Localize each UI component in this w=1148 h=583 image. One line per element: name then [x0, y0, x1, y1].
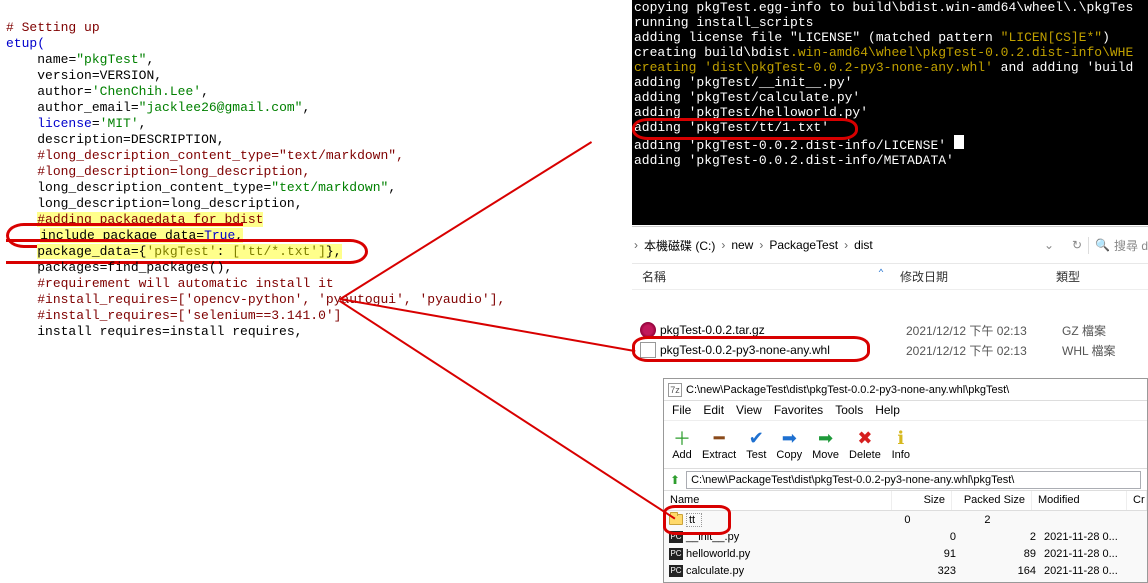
- tool-test[interactable]: ✔Test: [746, 428, 766, 461]
- col-7z-size[interactable]: Size: [892, 491, 952, 510]
- setup-open: etup(: [6, 36, 45, 51]
- dropdown-icon[interactable]: ⌄: [1038, 234, 1060, 256]
- annotation-tt-folder-highlight: [663, 505, 731, 535]
- tool-info[interactable]: ℹInfo: [891, 428, 911, 461]
- 7zip-list-header: Name Size Packed Size Modified Cr: [664, 491, 1147, 511]
- 7zip-window: 7z C:\new\PackageTest\dist\pkgTest-0.0.2…: [663, 378, 1148, 583]
- tool-extract[interactable]: ━Extract: [702, 428, 736, 461]
- code-editor: # Setting up etup( name="pkgTest", versi…: [0, 0, 630, 583]
- refresh-icon[interactable]: ↻: [1066, 234, 1088, 256]
- tool-add[interactable]: ＋Add: [672, 428, 692, 461]
- x-icon: ✖: [855, 428, 875, 448]
- plus-icon: ＋: [672, 428, 692, 448]
- 7zip-pathbar: ⬆: [664, 469, 1147, 491]
- 7z-icon: 7z: [668, 383, 682, 397]
- up-icon[interactable]: ⬆: [670, 473, 680, 487]
- explorer-breadcrumb-bar: › 本機磁碟 (C:) › new › PackageTest › dist ⌄…: [632, 226, 1148, 264]
- menu-edit[interactable]: Edit: [703, 403, 724, 418]
- comment-setting-up: # Setting up: [6, 20, 100, 35]
- sort-indicator-icon: ⌃: [878, 268, 884, 280]
- col-date[interactable]: 修改日期: [890, 264, 1046, 289]
- col-name[interactable]: 名稱: [632, 264, 890, 289]
- search-placeholder[interactable]: 搜尋 d: [1110, 237, 1148, 254]
- check-icon: ✔: [746, 428, 766, 448]
- minus-icon: ━: [709, 428, 729, 448]
- col-7z-cr[interactable]: Cr: [1127, 491, 1147, 510]
- tool-delete[interactable]: ✖Delete: [849, 428, 881, 461]
- menu-help[interactable]: Help: [875, 403, 900, 418]
- arrow-right-green-icon: ➡: [816, 428, 836, 448]
- menu-file[interactable]: File: [672, 403, 691, 418]
- python-file-icon: PC: [668, 564, 684, 578]
- breadcrumb-dist[interactable]: dist: [850, 238, 877, 252]
- tool-copy[interactable]: ➡Copy: [776, 428, 802, 461]
- 7zip-list-body: tt 0 2 PC __init__.py 0 2 2021-11-28 0..…: [664, 511, 1147, 579]
- breadcrumb-new[interactable]: new: [727, 238, 757, 252]
- filelist-header: 名稱 修改日期 類型: [632, 264, 1148, 290]
- chevron-icon[interactable]: ›: [632, 238, 640, 252]
- 7z-row-calculate[interactable]: PC calculate.py 323 164 2021-11-28 0...: [664, 562, 1147, 579]
- 7zip-titlebar[interactable]: 7z C:\new\PackageTest\dist\pkgTest-0.0.2…: [664, 379, 1147, 401]
- arrow-right-icon: ➡: [779, 428, 799, 448]
- tool-move[interactable]: ➡Move: [812, 428, 839, 461]
- info-icon: ℹ: [891, 428, 911, 448]
- search-icon: 🔍: [1095, 238, 1110, 252]
- 7zip-title-text: C:\new\PackageTest\dist\pkgTest-0.0.2-py…: [686, 384, 1009, 396]
- 7z-row-init[interactable]: PC __init__.py 0 2 2021-11-28 0...: [664, 528, 1147, 545]
- 7zip-toolbar: ＋Add ━Extract ✔Test ➡Copy ➡Move ✖Delete …: [664, 421, 1147, 469]
- 7zip-menubar: File Edit View Favorites Tools Help: [664, 401, 1147, 421]
- menu-favorites[interactable]: Favorites: [774, 403, 823, 418]
- breadcrumb-drive[interactable]: 本機磁碟 (C:): [640, 237, 719, 254]
- annotation-whl-highlight: [632, 336, 870, 362]
- python-file-icon: PC: [668, 547, 684, 561]
- col-7z-packed[interactable]: Packed Size: [952, 491, 1032, 510]
- menu-tools[interactable]: Tools: [835, 403, 863, 418]
- col-7z-modified[interactable]: Modified: [1032, 491, 1127, 510]
- col-type[interactable]: 類型: [1046, 264, 1148, 289]
- cursor: [954, 135, 964, 149]
- menu-view[interactable]: View: [736, 403, 762, 418]
- breadcrumb-packagetest[interactable]: PackageTest: [765, 238, 842, 252]
- 7zip-path-input[interactable]: [686, 471, 1141, 489]
- terminal-output: copying pkgTest.egg-info to build\bdist.…: [632, 0, 1148, 225]
- 7z-row-helloworld[interactable]: PC helloworld.py 91 89 2021-11-28 0...: [664, 545, 1147, 562]
- 7z-row-tt[interactable]: tt 0 2: [664, 511, 1147, 528]
- annotation-terminal-highlight: [632, 118, 858, 140]
